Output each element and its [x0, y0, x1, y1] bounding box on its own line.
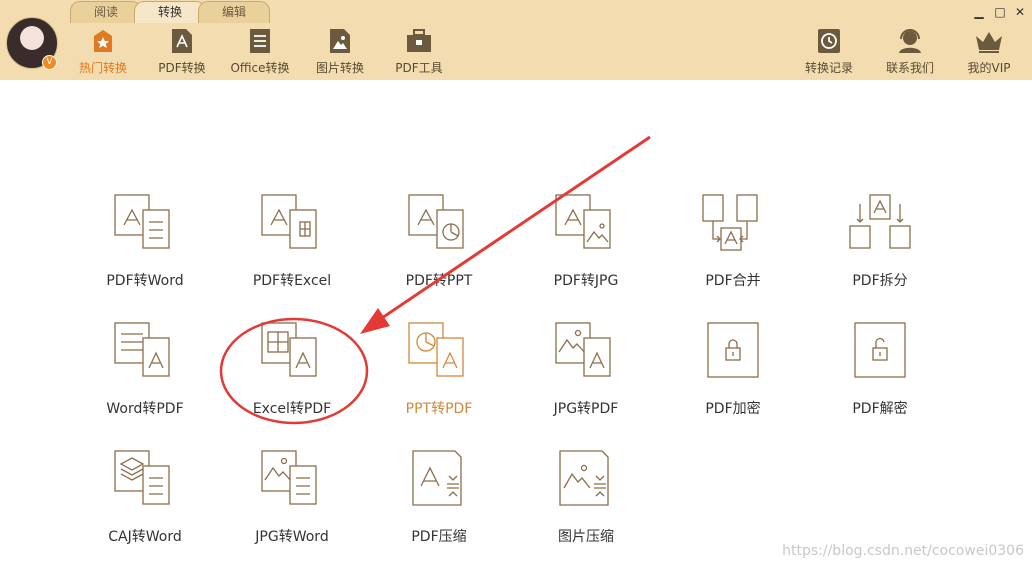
annotation-arrow-head — [360, 308, 390, 334]
annotation-overlay — [219, 135, 651, 425]
highlight-circle — [219, 317, 369, 425]
watermark-text: https://blog.csdn.net/cocowei0306 — [782, 543, 1024, 559]
annotation-arrow-line — [375, 135, 651, 324]
